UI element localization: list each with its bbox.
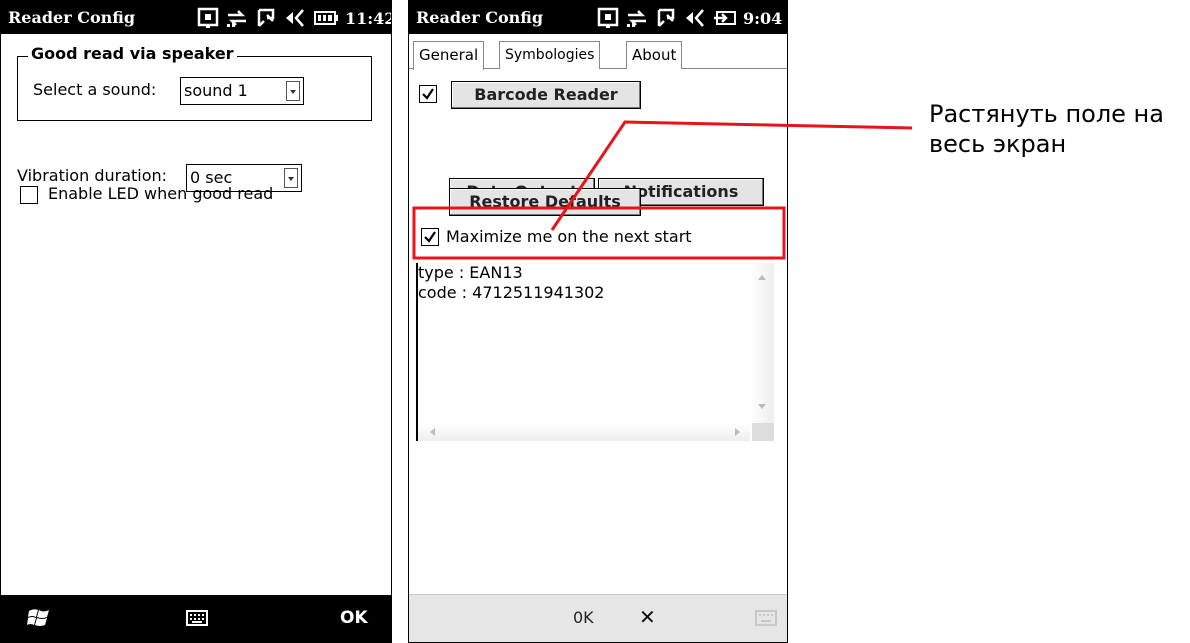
- output-line: code : 4712511941302: [418, 283, 605, 302]
- tab-general-label: General: [419, 46, 479, 64]
- close-softkey[interactable]: ✕: [639, 605, 656, 629]
- annotation-line-1: Растянуть поле на: [929, 100, 1164, 128]
- signal-icon: [597, 7, 619, 28]
- clock: 11:42: [345, 8, 392, 28]
- dropdown-arrow-icon[interactable]: [286, 81, 300, 101]
- tab-symbologies-label: Symbologies: [505, 47, 595, 63]
- ok-softkey[interactable]: OK: [340, 608, 368, 628]
- app-title: Reader Config: [8, 8, 136, 27]
- tab-about[interactable]: About: [626, 41, 683, 69]
- connectivity-icon: [227, 10, 246, 27]
- status-icons: 11:42: [197, 4, 392, 32]
- select-sound-label: Select a sound:: [33, 80, 157, 99]
- status-bar: Reader Config 9:04: [409, 1, 787, 34]
- keyboard-icon[interactable]: [186, 609, 208, 627]
- sound-select[interactable]: sound 1: [180, 77, 304, 105]
- restore-defaults-button[interactable]: Restore Defaults: [449, 188, 641, 216]
- checkmark-icon: [422, 88, 434, 100]
- scroll-right-icon[interactable]: [735, 428, 740, 436]
- horizontal-scrollbar[interactable]: [418, 423, 750, 441]
- ok-softkey[interactable]: 0K: [573, 608, 594, 627]
- app-title: Reader Config: [416, 8, 544, 27]
- checkmark-icon: [424, 231, 436, 243]
- data-icon: [657, 8, 675, 27]
- enable-led-checkbox[interactable]: [20, 186, 38, 204]
- dropdown-arrow-icon[interactable]: [284, 168, 298, 188]
- signal-icon: [197, 7, 219, 28]
- scrollbar-corner: [752, 423, 774, 441]
- groupbox-title: Good read via speaker: [28, 44, 237, 63]
- soft-key-bar: 0K ✕: [409, 594, 787, 642]
- volume-icon: [686, 9, 704, 27]
- output-line: type : EAN13: [418, 263, 523, 282]
- annotation-line-2: весь экран: [929, 130, 1067, 158]
- status-bar: Reader Config 11:42: [1, 1, 391, 34]
- enable-led-label: Enable LED when good read: [48, 184, 274, 203]
- battery-icon: [314, 11, 338, 25]
- scroll-up-icon[interactable]: [758, 275, 766, 280]
- vertical-scrollbar[interactable]: [750, 263, 774, 423]
- windows-start-icon[interactable]: [27, 607, 51, 629]
- connectivity-icon: [627, 10, 646, 27]
- tab-symbologies[interactable]: Symbologies: [499, 41, 601, 69]
- restore-defaults-label: Restore Defaults: [469, 192, 621, 211]
- sound-select-value: sound 1: [184, 81, 248, 100]
- barcode-reader-button[interactable]: Barcode Reader: [451, 81, 641, 109]
- right-device-screen: Reader Config 9:04 General Symbologies A…: [408, 0, 788, 643]
- charging-icon: [714, 11, 736, 25]
- volume-icon: [286, 9, 304, 27]
- tab-about-label: About: [632, 46, 677, 64]
- scroll-left-icon[interactable]: [430, 428, 435, 436]
- status-icons: 9:04: [597, 4, 782, 32]
- soft-key-bar: OK: [1, 595, 391, 642]
- tab-general[interactable]: General: [413, 41, 485, 70]
- clock: 9:04: [743, 8, 783, 28]
- vibration-label: Vibration duration:: [17, 166, 168, 185]
- output-textbox[interactable]: type : EAN13 code : 4712511941302: [416, 263, 774, 441]
- maximize-label: Maximize me on the next start: [446, 227, 692, 246]
- maximize-checkbox[interactable]: [421, 228, 439, 246]
- scroll-down-icon[interactable]: [758, 404, 766, 409]
- barcode-reader-label: Barcode Reader: [474, 85, 618, 104]
- keyboard-icon[interactable]: [755, 609, 777, 627]
- barcode-reader-checkbox[interactable]: [419, 85, 437, 103]
- left-device-screen: Reader Config 11:42 Good read via speake…: [0, 0, 392, 643]
- data-icon: [257, 8, 275, 27]
